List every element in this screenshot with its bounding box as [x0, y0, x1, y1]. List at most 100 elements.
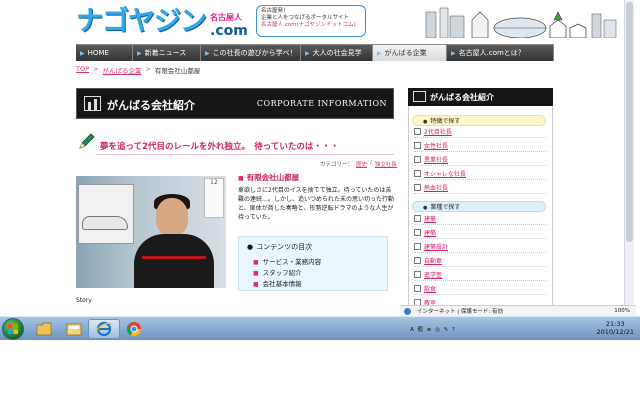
story-heading: Story	[76, 297, 92, 304]
arrow-icon: ▶	[377, 49, 382, 57]
photo-poster	[78, 184, 134, 244]
logo-sub: 名古屋人	[210, 13, 242, 22]
breadcrumb-separator: >	[93, 65, 99, 73]
arrow-icon: ▶	[451, 49, 456, 57]
main-heading-title: がんばる会社紹介	[107, 99, 195, 112]
toc-item[interactable]: スタッフ紹介	[253, 267, 302, 277]
sidebar-link[interactable]: 建築	[414, 229, 546, 239]
ime-toolbar[interactable]: A 般 ≡ ◎ ✎ ?	[410, 325, 456, 333]
sidebar-link[interactable]: 建築	[414, 215, 546, 225]
arrow-icon: ▶	[137, 49, 142, 57]
breadcrumb-current: 有限会社山都屋	[154, 67, 201, 75]
tagline-line: 名古屋発！	[261, 8, 289, 14]
sidebar-heading: がんばる会社紹介	[408, 88, 553, 106]
sidebar-link[interactable]: 異業社長	[414, 156, 546, 166]
nav-companies[interactable]: ▶ がんばる企業	[373, 45, 447, 61]
taskbar-clock[interactable]: 21:33 2010/12/21	[597, 320, 634, 336]
nav-president-play[interactable]: ▶ この社長の遊びから学べ！	[201, 45, 301, 61]
sidebar-link[interactable]: 建築設計	[414, 243, 546, 253]
pen-icon	[79, 133, 95, 149]
article-title-text: 夢を追って2代目のレールを外れ独立。 待っていたのは・・・	[100, 142, 339, 152]
category-link[interactable]: 独立社長	[375, 160, 397, 168]
taskbar-chrome[interactable]	[118, 319, 150, 339]
title-underline	[96, 154, 394, 155]
global-nav: ▶ HOME ▶ 新着ニュース ▶ この社長の遊びから学べ！ ▶ 大人の社会見学 ▶ がん…	[76, 44, 554, 61]
arrow-icon: ▶	[305, 49, 310, 57]
nav-label: 大人の社会見学	[312, 49, 362, 57]
sidebar-link[interactable]: 女性社長	[414, 142, 546, 152]
nav-label: 名古屋人.comとは？	[458, 49, 525, 57]
taskbar-libraries[interactable]	[58, 319, 90, 339]
sidebar-heading-title: がんばる会社紹介	[430, 93, 494, 102]
building-icon	[413, 91, 426, 102]
nav-about[interactable]: ▶ 名古屋人.comとは？	[447, 45, 554, 61]
sidebar-link[interactable]: 熱血社長	[414, 184, 546, 194]
logo-domain: .com	[210, 23, 248, 39]
nav-home[interactable]: ▶ HOME	[76, 45, 133, 61]
sidebar-link[interactable]: 飲食	[414, 285, 546, 295]
tagline-line: 企業と人をつなげるポータルサイト	[261, 15, 350, 21]
toc-item[interactable]: サービス・業務内容	[253, 256, 322, 266]
president-photo: 12	[76, 176, 226, 288]
arrow-icon: ▶	[205, 49, 210, 57]
toc-item[interactable]: 会社基本情報	[253, 278, 302, 288]
photo-car	[82, 216, 128, 230]
nav-society-tour[interactable]: ▶ 大人の社会見学	[301, 45, 373, 61]
clock-time: 21:33	[605, 320, 625, 328]
tagline-bubble: 名古屋発！ 企業と人をつなげるポータルサイト 名古屋人.com(ナゴヤジンドット…	[256, 5, 366, 37]
sidebar-section-industry: 業種で探す	[412, 201, 546, 212]
security-zone[interactable]: インターネット | 保護モード: 有効	[417, 307, 503, 315]
company-name: 有限会社山都屋	[238, 172, 300, 183]
scrollbar-thumb[interactable]	[626, 2, 633, 242]
library-icon	[66, 323, 82, 336]
browser-statusbar: インターネット | 保護モード: 有効 100%	[400, 305, 636, 316]
breadcrumb-top[interactable]: TOP	[76, 65, 89, 75]
site-logo[interactable]: ナゴヤジン 名古屋人 .com	[76, 3, 248, 39]
main-heading-en: CORPORATE INFORMATION	[256, 99, 387, 108]
nav-label: HOME	[87, 49, 109, 57]
category-separator: /	[370, 160, 372, 166]
main-heading: がんばる会社紹介 CORPORATE INFORMATION	[76, 88, 394, 119]
start-button[interactable]	[2, 318, 24, 340]
sidebar-link[interactable]: 2代目社長	[414, 128, 546, 138]
windows-taskbar: A 般 ≡ ◎ ✎ ? 21:33 2010/12/21	[0, 316, 640, 340]
sidebar-link[interactable]: オシャレな社長	[414, 170, 546, 180]
contents-toc: コンテンツの目次 サービス・業務内容 スタッフ紹介 会社基本情報	[238, 236, 388, 291]
tagline-line: 名古屋人.com(ナゴヤジンドットコム)	[261, 22, 356, 28]
logo-text: ナゴヤジン	[76, 6, 207, 37]
sidebar-link[interactable]: 進学塾	[414, 271, 546, 281]
nav-label: この社長の遊びから学べ！	[212, 49, 297, 57]
sidebar-section-feature: 特徴で探す	[412, 115, 546, 126]
toc-title: コンテンツの目次	[247, 242, 312, 252]
zoom-level[interactable]: 100%	[614, 308, 630, 314]
breadcrumb-section[interactable]: がんばる企業	[102, 65, 141, 75]
clock-date: 2010/12/21	[596, 328, 634, 336]
category-link[interactable]: 歴史	[356, 160, 367, 168]
windows-logo-icon	[8, 324, 18, 334]
folder-icon	[36, 322, 52, 336]
taskbar-internet-explorer[interactable]	[88, 319, 120, 339]
article-title: 夢を追って2代目のレールを外れ独立。 待っていたのは・・・	[76, 130, 394, 156]
chrome-icon	[126, 322, 141, 336]
sidebar-link[interactable]: 自動車	[414, 257, 546, 267]
photo-jacket-stripe	[142, 256, 206, 259]
photo-face	[156, 198, 188, 236]
browser-viewport: ナゴヤジン 名古屋人 .com 名古屋発！ 企業と人をつなげるポータルサイト 名…	[0, 0, 640, 320]
category-line: カテゴリー： 歴史 / 独立社長	[320, 160, 397, 168]
photo-jacket	[134, 234, 214, 288]
taskbar-explorer[interactable]	[28, 319, 60, 339]
breadcrumb: TOP > がんばる企業 > 有限会社山都屋	[76, 65, 200, 75]
category-label: カテゴリー：	[320, 162, 354, 168]
internet-explorer-icon	[95, 321, 113, 337]
company-description: 車欲しさに2代目のイスを捨てて独立。待っていたのは苦難の連続…。しかし、追いつめ…	[238, 187, 395, 221]
nav-label: がんばる企業	[384, 49, 427, 57]
nagoya-skyline-illustration	[420, 6, 620, 38]
nav-label: 新着ニュース	[144, 49, 187, 57]
building-icon	[84, 96, 101, 111]
breadcrumb-separator: >	[145, 65, 151, 73]
page-scrollbar[interactable]	[624, 0, 634, 305]
arrow-icon: ▶	[80, 49, 85, 57]
globe-icon	[404, 307, 411, 315]
photo-calendar: 12	[204, 178, 224, 218]
nav-news[interactable]: ▶ 新着ニュース	[133, 45, 201, 61]
